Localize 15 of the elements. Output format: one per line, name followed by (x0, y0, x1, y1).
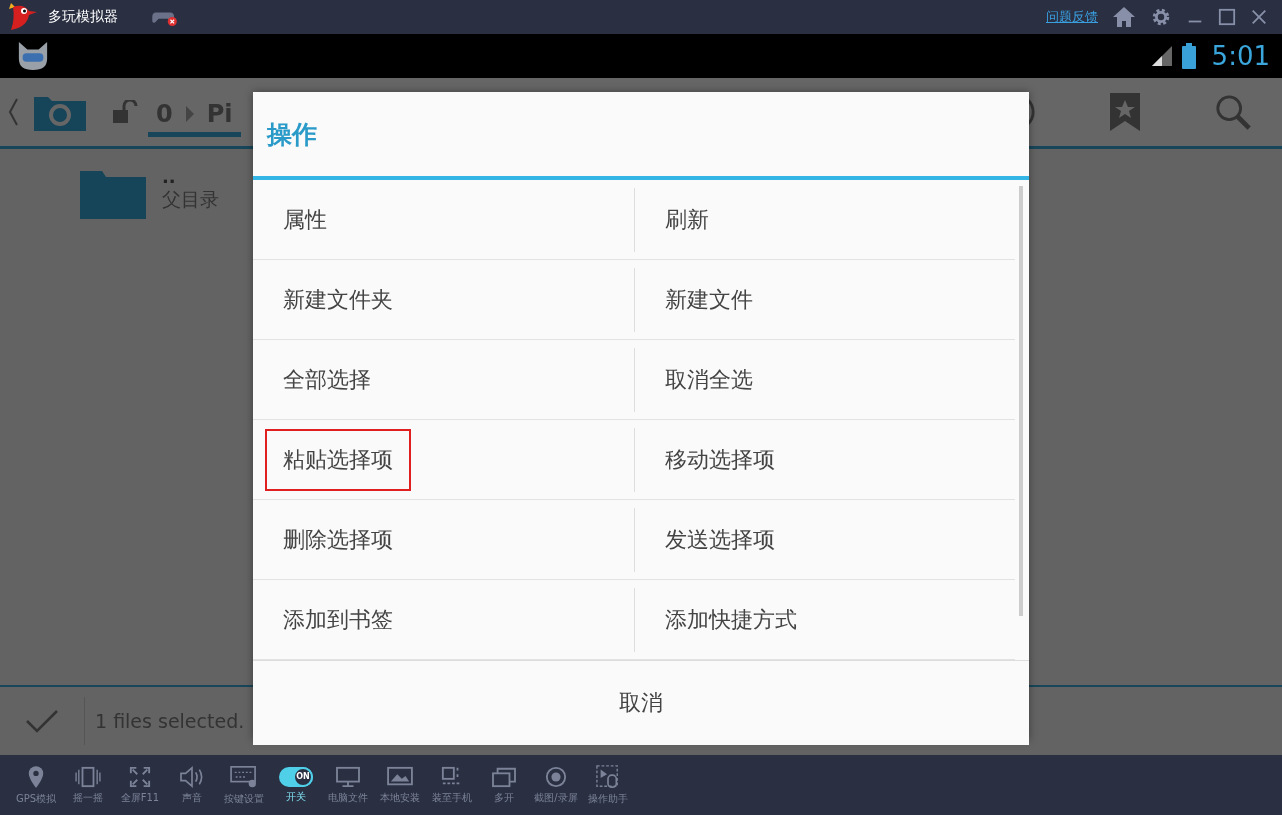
toolbar-label: 声音 (182, 790, 202, 805)
toolbar-label: 截图/录屏 (534, 790, 578, 805)
toolbar-label: 开关 (286, 789, 306, 804)
toolbar-label: 全屏F11 (120, 790, 160, 805)
toolbar-label: 电脑文件 (328, 790, 368, 805)
window-title: 多玩模拟器 (48, 8, 118, 26)
toolbar-label: 本地安装 (380, 790, 420, 805)
toolbar-label: GPS模拟 (15, 791, 57, 806)
dialog-title: 操作 (267, 118, 317, 151)
clock-time: 5:01 (1211, 41, 1270, 71)
toolbar-label: 按键设置 (224, 791, 264, 806)
toolbar-label: 装至手机 (432, 790, 472, 805)
toolbar-label: 多开 (494, 790, 514, 805)
toolbar-label: 操作助手 (588, 791, 628, 806)
file-name: .. (162, 167, 177, 187)
